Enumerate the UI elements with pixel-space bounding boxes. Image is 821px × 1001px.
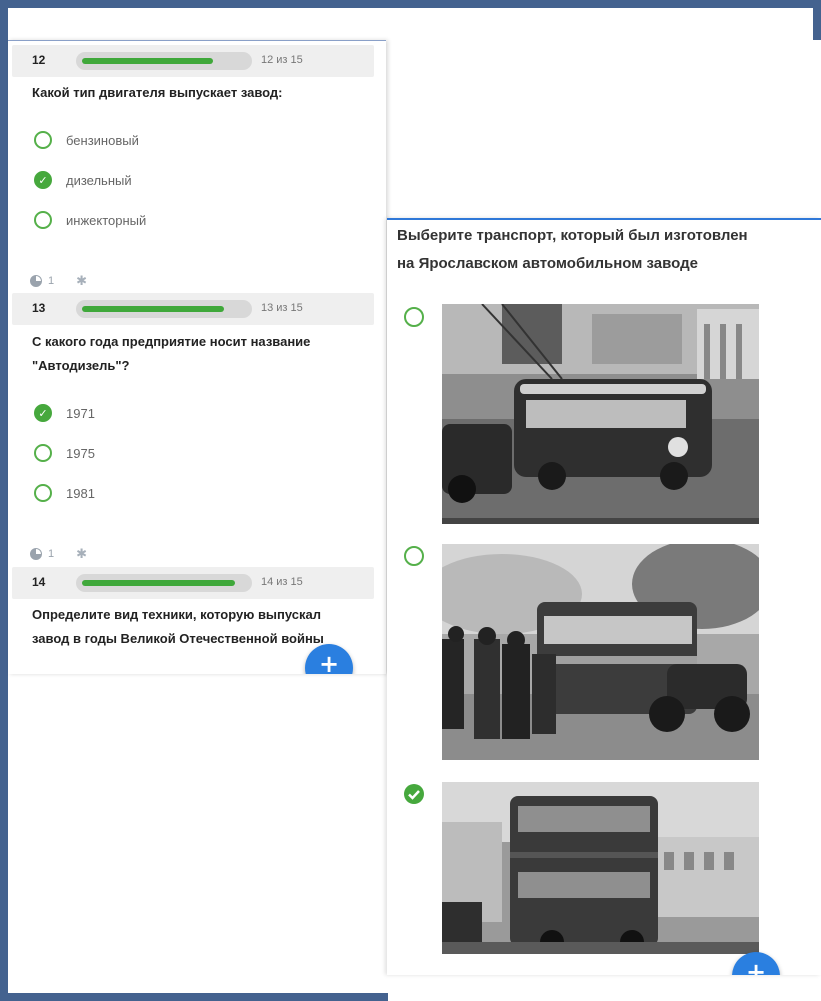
progress-bar bbox=[76, 574, 252, 592]
quiz-left-panel: 12 12 из 15 Какой тип двигателя выпускае… bbox=[8, 40, 386, 674]
question-meta: 1 ✱ bbox=[30, 273, 87, 289]
question-text: Выберите транспорт, который был изготовл… bbox=[397, 222, 817, 278]
answer-option[interactable]: ✓ дизельный bbox=[34, 169, 132, 191]
radio-icon[interactable] bbox=[403, 545, 425, 567]
question-number: 12 bbox=[32, 53, 46, 67]
radio-icon[interactable] bbox=[34, 131, 52, 149]
attempts-count: 1 bbox=[48, 275, 55, 287]
progress-bar bbox=[76, 300, 252, 318]
answer-option[interactable]: бензиновый bbox=[34, 129, 139, 151]
question-counter: 13 из 15 bbox=[261, 302, 303, 314]
question-text-line: Выберите транспорт, который был изготовл… bbox=[397, 227, 748, 244]
answer-label: бензиновый bbox=[66, 132, 139, 148]
progress-fill bbox=[82, 58, 213, 64]
question-14-header: 14 14 из 15 bbox=[12, 567, 374, 599]
answer-option[interactable]: ✓ 1971 bbox=[34, 402, 95, 424]
attempts-count: 1 bbox=[48, 548, 55, 560]
question-meta: 1 ✱ bbox=[30, 546, 87, 562]
answer-option[interactable]: 1981 bbox=[34, 482, 95, 504]
window-frame-left bbox=[0, 40, 8, 1001]
answer-label: 1981 bbox=[66, 485, 95, 501]
window-frame-bottom bbox=[0, 993, 388, 1001]
question-text: С какого года предприятие носит название… bbox=[32, 330, 352, 378]
answer-label: 1975 bbox=[66, 445, 95, 461]
pie-chart-icon bbox=[30, 548, 42, 560]
asterisk-icon[interactable]: ✱ bbox=[76, 273, 87, 289]
question-12-header: 12 12 из 15 bbox=[12, 45, 374, 77]
answer-option[interactable]: 1975 bbox=[34, 442, 95, 464]
answer-label: 1971 bbox=[66, 405, 95, 421]
question-number: 14 bbox=[32, 575, 46, 589]
window-frame-top bbox=[0, 0, 821, 40]
pie-chart-icon bbox=[30, 275, 42, 287]
trolleybus-photo[interactable] bbox=[442, 304, 759, 524]
question-number: 13 bbox=[32, 301, 46, 315]
progress-fill bbox=[82, 580, 235, 586]
question-13-header: 13 13 из 15 bbox=[12, 293, 374, 325]
question-text-line: С какого года предприятие носит название bbox=[32, 334, 311, 349]
answer-label: инжекторный bbox=[66, 212, 147, 228]
quiz-right-panel: Выберите транспорт, который был изготовл… bbox=[387, 218, 821, 975]
progress-bar bbox=[76, 52, 252, 70]
asterisk-icon[interactable]: ✱ bbox=[76, 546, 87, 562]
progress-fill bbox=[82, 306, 224, 312]
answer-option[interactable]: инжекторный bbox=[34, 209, 146, 231]
question-text-line: Определите вид техники, которую выпускал bbox=[32, 607, 322, 622]
radio-icon[interactable] bbox=[34, 444, 52, 462]
radio-icon[interactable] bbox=[34, 211, 52, 229]
question-counter: 14 из 15 bbox=[261, 576, 303, 588]
answer-label: дизельный bbox=[66, 172, 132, 188]
question-text: Какой тип двигателя выпускает завод: bbox=[32, 85, 283, 100]
question-counter: 12 из 15 bbox=[261, 54, 303, 66]
add-button[interactable]: + bbox=[732, 952, 780, 975]
radio-icon[interactable] bbox=[403, 306, 425, 328]
question-text: Определите вид техники, которую выпускал… bbox=[32, 603, 352, 651]
radio-checked-icon[interactable] bbox=[403, 783, 425, 805]
radio-checked-icon[interactable]: ✓ bbox=[34, 404, 52, 422]
question-text-line: на Ярославском автомобильном заводе bbox=[397, 255, 698, 272]
double-decker-trolleybus-photo[interactable] bbox=[442, 782, 759, 954]
question-text-line: завод в годы Великой Отечественной войны bbox=[32, 631, 324, 646]
question-text-line: "Автодизель"? bbox=[32, 358, 130, 373]
radio-icon[interactable] bbox=[34, 484, 52, 502]
bus-photo[interactable] bbox=[442, 544, 759, 760]
radio-checked-icon[interactable]: ✓ bbox=[34, 171, 52, 189]
